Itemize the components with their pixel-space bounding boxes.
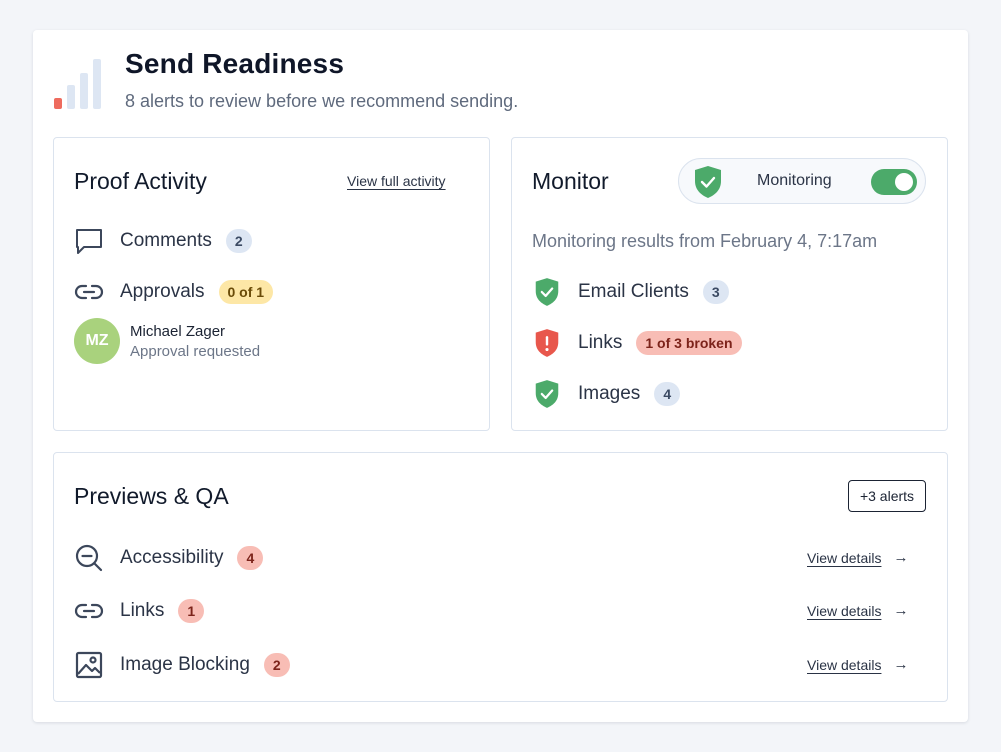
links-broken-badge: 1 of 3 broken (636, 331, 742, 355)
arrow-right-icon: → (893, 549, 909, 566)
shield-alert-icon (532, 328, 562, 358)
monitoring-toggle-switch[interactable] (871, 169, 917, 195)
qa-item-accessibility[interactable]: Accessibility 4 (74, 543, 264, 573)
page-subtitle: 8 alerts to review before we recommend s… (125, 91, 519, 111)
monitor-item-email-clients[interactable]: Email Clients 3 (532, 277, 729, 307)
monitoring-results-text: Monitoring results from February 4, 7:17… (532, 231, 878, 251)
avatar: MZ (74, 318, 120, 364)
comments-count-badge: 2 (225, 229, 252, 253)
send-readiness-panel: Send Readiness 8 alerts to review before… (33, 30, 968, 722)
image-blocking-label: Image Blocking (120, 654, 250, 675)
links-view-details[interactable]: View details → (807, 602, 908, 619)
monitor-item-images[interactable]: Images 4 (532, 379, 681, 409)
image-icon (74, 650, 104, 680)
arrow-right-icon: → (893, 656, 909, 673)
accessibility-label: Accessibility (120, 547, 224, 568)
arrow-right-icon: → (893, 602, 909, 619)
accessibility-badge: 4 (237, 546, 264, 570)
links-label: Links (578, 332, 623, 353)
qa-item-links[interactable]: Links 1 (74, 596, 205, 626)
more-alerts-button[interactable]: +3 alerts (848, 480, 926, 512)
link-icon (74, 596, 104, 626)
shield-check-icon (532, 379, 562, 409)
qa-item-image-blocking[interactable]: Image Blocking 2 (74, 650, 290, 680)
toggle-knob (895, 173, 913, 191)
view-details-link[interactable]: View details (807, 550, 881, 566)
approver-row: MZ Michael Zager Approval requested (74, 318, 260, 364)
email-clients-badge: 3 (702, 280, 729, 304)
comments-label: Comments (120, 230, 212, 251)
comment-icon (74, 226, 104, 256)
view-details-link[interactable]: View details (807, 657, 881, 673)
view-full-activity-link[interactable]: View full activity (347, 173, 446, 189)
qa-links-badge: 1 (178, 599, 205, 623)
monitor-title: Monitor (532, 168, 609, 194)
monitoring-toggle-container: Monitoring (678, 158, 926, 204)
monitoring-toggle-label: Monitoring (757, 172, 832, 189)
page-title: Send Readiness (125, 48, 345, 79)
monitor-item-links[interactable]: Links 1 of 3 broken (532, 328, 742, 358)
images-badge: 4 (654, 382, 681, 406)
shield-check-icon (693, 165, 723, 204)
image-blocking-view-details[interactable]: View details → (807, 656, 908, 673)
approver-name: Michael Zager (130, 322, 226, 340)
previews-qa-title: Previews & QA (74, 483, 229, 509)
email-clients-label: Email Clients (578, 281, 689, 302)
proof-activity-card: Proof Activity View full activity Commen… (53, 137, 490, 431)
approver-status: Approval requested (130, 342, 261, 360)
link-icon (74, 277, 104, 307)
zoom-out-icon (74, 543, 104, 573)
comments-row[interactable]: Comments 2 (74, 226, 252, 256)
approvals-label: Approvals (120, 281, 205, 302)
qa-links-label: Links (120, 600, 165, 621)
previews-qa-card: Previews & QA +3 alerts Accessibility 4 … (53, 452, 948, 702)
signal-bars-icon (53, 58, 105, 110)
monitor-card: Monitor Monitoring Monitoring results fr… (511, 137, 948, 431)
image-blocking-badge: 2 (263, 653, 290, 677)
view-details-link[interactable]: View details (807, 603, 881, 619)
shield-check-icon (532, 277, 562, 307)
accessibility-view-details[interactable]: View details → (807, 549, 908, 566)
proof-activity-title: Proof Activity (74, 168, 207, 194)
images-label: Images (578, 383, 641, 404)
approvals-row[interactable]: Approvals 0 of 1 (74, 277, 274, 307)
approvals-status-badge: 0 of 1 (218, 280, 274, 304)
